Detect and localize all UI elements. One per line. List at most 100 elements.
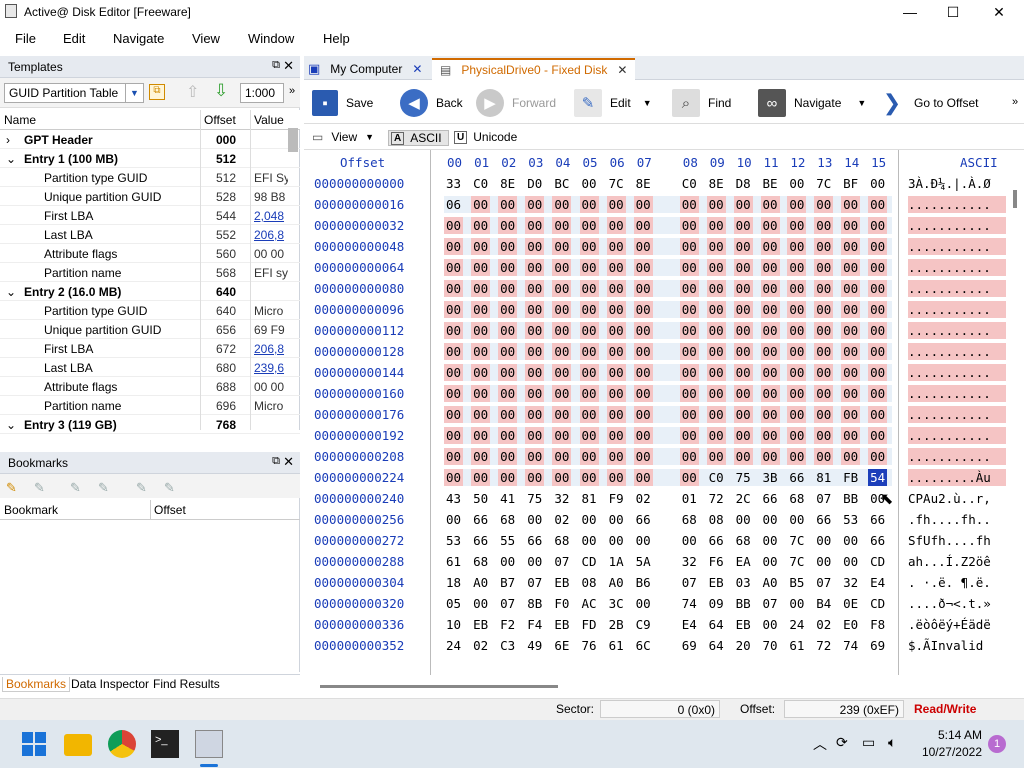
close-pane-icon[interactable]: ✕ (283, 454, 294, 470)
hex-byte[interactable]: 00 (679, 301, 699, 318)
hex-byte[interactable]: 00 (498, 469, 518, 486)
hex-byte[interactable]: 24 (787, 616, 806, 633)
chevron-down-icon[interactable]: ⌄ (6, 152, 16, 166)
hex-byte[interactable]: 66 (471, 511, 490, 528)
hex-byte[interactable]: 00 (606, 322, 626, 339)
ascii-text[interactable]: ah...Í.Z2öê (908, 553, 1006, 570)
hex-byte[interactable]: 00 (579, 427, 599, 444)
hex-byte[interactable]: 00 (552, 217, 572, 234)
minimize-button[interactable]: — (887, 0, 933, 24)
hex-byte[interactable]: 00 (552, 301, 572, 318)
hex-byte[interactable]: 00 (733, 364, 753, 381)
hex-byte[interactable]: 70 (761, 637, 780, 654)
hex-byte[interactable]: 02 (814, 616, 833, 633)
hex-row[interactable]: 000000000256 00 66 68 00 02 00 00 66 68 08 00 00 00 66… (304, 509, 1024, 530)
ascii-text[interactable]: ........... (908, 217, 1006, 234)
hex-byte[interactable]: 00 (868, 364, 888, 381)
hex-row[interactable]: 000000000288 61 68 00 00 07 CD 1A 5A 32 F6 EA 00 7C 00… (304, 551, 1024, 572)
ascii-text[interactable]: .fh....fh.. (908, 511, 1006, 528)
selected-byte[interactable]: 54 (868, 469, 888, 486)
hex-byte[interactable]: 00 (841, 427, 861, 444)
template-row[interactable]: Partition type GUID 512 EFI Sy (0, 168, 300, 187)
hex-byte[interactable]: B4 (814, 595, 833, 612)
hex-byte[interactable]: 00 (471, 322, 491, 339)
menu-file[interactable]: File (15, 31, 36, 46)
hex-byte[interactable]: 00 (814, 364, 834, 381)
template-row[interactable]: Partition name 568 EFI sy (0, 263, 300, 282)
hex-byte[interactable]: 00 (471, 595, 490, 612)
hex-byte[interactable]: 00 (606, 238, 626, 255)
hex-byte[interactable]: EB (707, 574, 726, 591)
hex-byte[interactable]: 00 (606, 427, 626, 444)
hex-byte[interactable]: 02 (634, 490, 653, 507)
hex-byte[interactable]: 00 (868, 385, 888, 402)
hex-byte[interactable]: 00 (498, 280, 518, 297)
hex-byte[interactable]: 00 (841, 364, 861, 381)
hex-byte[interactable]: EB (552, 574, 571, 591)
hex-byte[interactable]: 00 (787, 217, 807, 234)
hex-byte[interactable]: 66 (868, 532, 887, 549)
hex-byte[interactable]: 00 (606, 469, 626, 486)
hex-byte[interactable]: D0 (525, 175, 544, 192)
hex-byte[interactable]: 68 (734, 532, 753, 549)
hex-byte[interactable]: 2B (607, 616, 626, 633)
hex-byte[interactable]: 00 (606, 196, 626, 213)
hex-byte[interactable]: 00 (444, 238, 463, 255)
hex-byte[interactable]: 00 (525, 385, 545, 402)
network-icon[interactable]: ▭ (862, 734, 875, 751)
hex-byte[interactable]: 00 (580, 175, 599, 192)
view-button[interactable]: ▭ View ▼ (312, 130, 374, 144)
hex-byte[interactable]: 00 (706, 364, 726, 381)
hex-byte[interactable]: 55 (498, 532, 517, 549)
hex-row[interactable]: 000000000176 00 00 00 00 00 00 00 00 00 00 00 00 00 00… (304, 404, 1024, 425)
hex-byte[interactable]: 41 (498, 490, 517, 507)
hex-byte[interactable]: A0 (761, 574, 780, 591)
hex-byte[interactable]: 00 (679, 385, 699, 402)
hex-byte[interactable]: 00 (525, 427, 545, 444)
hex-byte[interactable]: 00 (679, 196, 699, 213)
hex-byte[interactable]: F6 (707, 553, 726, 570)
hex-byte[interactable]: 00 (444, 511, 463, 528)
hex-byte[interactable]: 66 (707, 532, 726, 549)
hex-byte[interactable]: 00 (552, 196, 572, 213)
hex-byte[interactable]: 00 (634, 532, 653, 549)
file-explorer-icon[interactable] (64, 734, 92, 756)
hex-byte[interactable]: 20 (734, 637, 753, 654)
hex-byte[interactable]: 00 (760, 385, 780, 402)
hex-byte[interactable]: 00 (680, 532, 699, 549)
hex-byte[interactable]: 00 (787, 238, 807, 255)
tab-data-inspector[interactable]: Data Inspector (68, 677, 152, 691)
hex-byte[interactable]: 07 (498, 595, 517, 612)
hex-byte[interactable]: 1A (607, 553, 626, 570)
hex-byte[interactable]: 0E (841, 595, 860, 612)
chevron-up-icon[interactable]: ︿ (813, 734, 827, 754)
hex-byte[interactable]: 66 (471, 532, 490, 549)
overflow-icon[interactable]: » (1012, 96, 1018, 108)
add-bookmark-icon[interactable]: ✎ (6, 480, 22, 495)
hex-byte[interactable]: C9 (634, 616, 653, 633)
hex-byte[interactable]: 8B (525, 595, 544, 612)
hex-byte[interactable]: 49 (525, 637, 544, 654)
hex-byte[interactable]: AC (580, 595, 599, 612)
hex-byte[interactable]: 00 (841, 301, 861, 318)
pin-icon[interactable]: ⧉ (272, 455, 280, 468)
hex-byte[interactable]: 00 (525, 238, 545, 255)
hex-byte[interactable]: 00 (841, 217, 861, 234)
hex-byte[interactable]: 00 (733, 301, 753, 318)
hex-byte[interactable]: 00 (444, 280, 463, 297)
hex-byte[interactable]: 00 (552, 364, 572, 381)
template-field-value[interactable]: 206,8 (254, 342, 288, 356)
hex-byte[interactable]: 00 (498, 406, 518, 423)
hex-byte[interactable]: 07 (552, 553, 571, 570)
hex-byte[interactable]: EB (471, 616, 490, 633)
hex-byte[interactable]: 00 (787, 406, 807, 423)
hex-byte[interactable]: 00 (633, 385, 653, 402)
hex-byte[interactable]: 7C (787, 532, 806, 549)
close-tab-icon[interactable]: ✕ (412, 62, 422, 76)
hex-byte[interactable]: 2C (734, 490, 753, 507)
hex-byte[interactable]: 00 (679, 259, 699, 276)
hex-byte[interactable]: 50 (471, 490, 490, 507)
hex-byte[interactable]: 00 (841, 385, 861, 402)
hex-byte[interactable]: 00 (498, 196, 518, 213)
hex-byte[interactable]: 00 (734, 511, 753, 528)
